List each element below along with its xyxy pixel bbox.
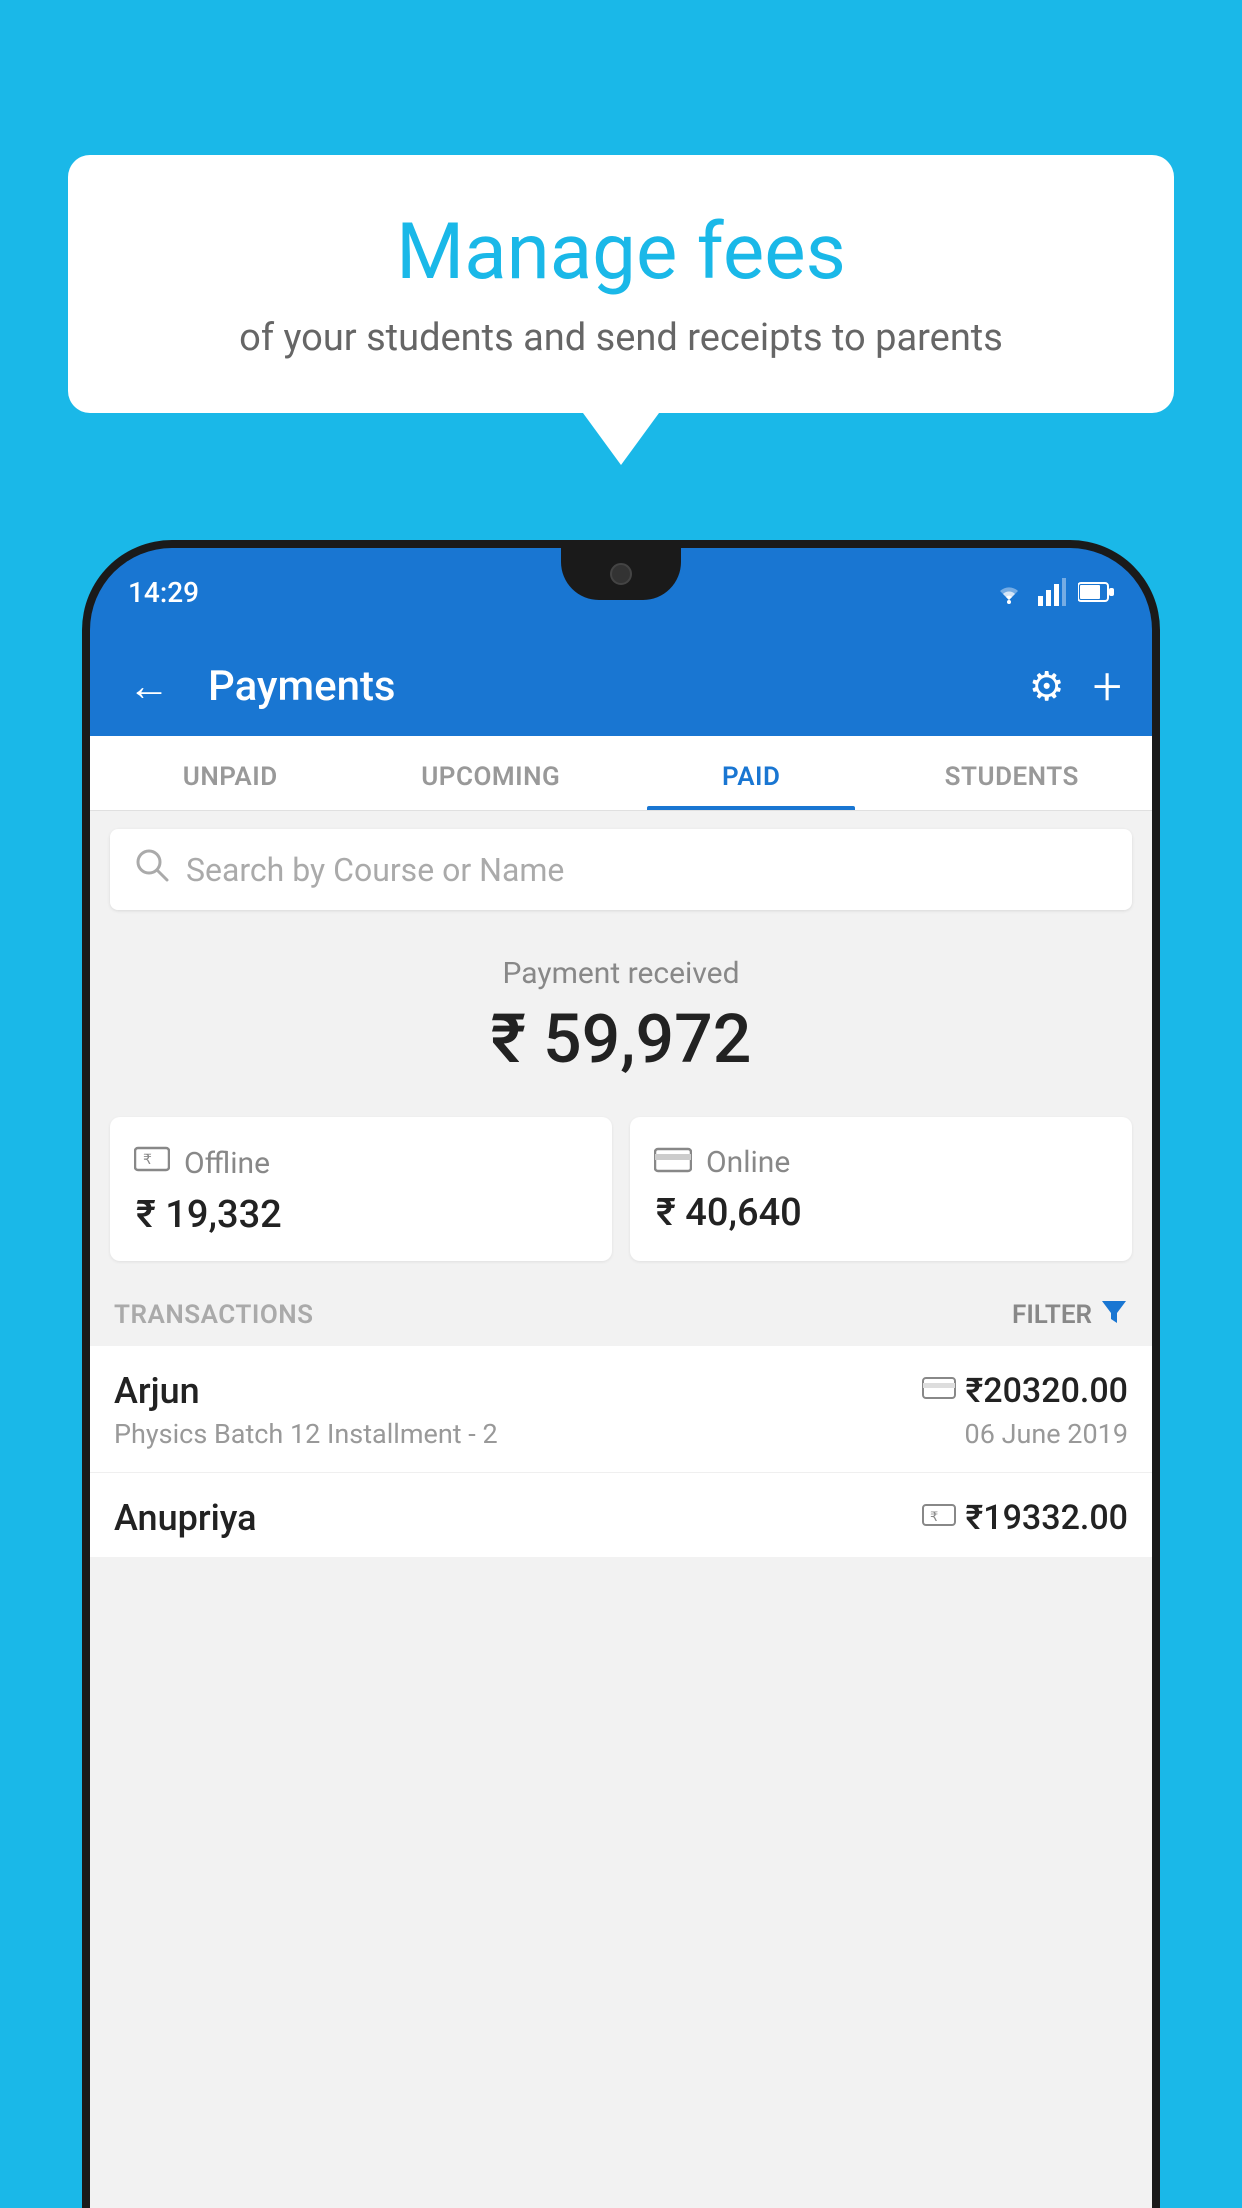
status-time: 14:29 bbox=[128, 576, 199, 609]
phone-frame: 14:29 bbox=[82, 540, 1160, 2208]
app-screen: ← Payments ⚙ + UNPAID UPCOMING PAID STUD… bbox=[90, 636, 1152, 2208]
add-icon[interactable]: + bbox=[1093, 656, 1122, 717]
status-icons bbox=[992, 578, 1114, 606]
offline-icon: ₹ bbox=[134, 1143, 170, 1183]
camera-dot bbox=[610, 563, 632, 585]
wifi-icon bbox=[992, 578, 1026, 606]
content-area: Search by Course or Name Payment receive… bbox=[90, 811, 1152, 1557]
transaction-name-2: Anupriya bbox=[114, 1497, 257, 1539]
online-icon bbox=[654, 1143, 692, 1181]
back-button[interactable]: ← bbox=[120, 662, 178, 711]
status-bar: 14:29 bbox=[90, 548, 1152, 636]
header-title: Payments bbox=[198, 662, 1009, 711]
transaction-top-2: Anupriya ₹ ₹19332.00 bbox=[114, 1497, 1128, 1539]
settings-icon[interactable]: ⚙ bbox=[1029, 663, 1065, 710]
speech-bubble-arrow bbox=[583, 413, 659, 465]
online-amount: ₹ 40,640 bbox=[654, 1191, 1108, 1235]
offline-label: Offline bbox=[184, 1146, 270, 1181]
payment-received-label: Payment received bbox=[90, 956, 1152, 991]
online-label: Online bbox=[706, 1145, 790, 1180]
transaction-row-partial: Anupriya ₹ ₹19332.00 bbox=[90, 1473, 1152, 1557]
filter-button[interactable]: FILTER bbox=[1012, 1297, 1128, 1332]
signal-icon bbox=[1038, 578, 1066, 606]
offline-card: ₹ Offline ₹ 19,332 bbox=[110, 1117, 612, 1261]
search-placeholder: Search by Course or Name bbox=[186, 851, 564, 889]
transaction-row: Arjun ₹20320.00 Physics bbox=[90, 1346, 1152, 1473]
transaction-top-1: Arjun ₹20320.00 bbox=[114, 1370, 1128, 1412]
speech-bubble: Manage fees of your students and send re… bbox=[68, 155, 1174, 413]
offline-amount: ₹ 19,332 bbox=[134, 1193, 588, 1237]
header-actions: ⚙ + bbox=[1029, 656, 1122, 717]
search-icon bbox=[134, 847, 170, 892]
transaction-amount-2: ₹19332.00 bbox=[966, 1498, 1128, 1538]
transaction-bottom-1: Physics Batch 12 Installment - 2 06 June… bbox=[114, 1418, 1128, 1450]
offline-card-header: ₹ Offline bbox=[134, 1143, 588, 1183]
transaction-payment-icon-1 bbox=[922, 1374, 956, 1409]
svg-text:₹: ₹ bbox=[930, 1509, 938, 1524]
phone-inner: 14:29 bbox=[90, 548, 1152, 2208]
tab-students[interactable]: STUDENTS bbox=[882, 736, 1143, 810]
transaction-amount-1: ₹20320.00 bbox=[966, 1371, 1128, 1411]
speech-bubble-subtitle: of your students and send receipts to pa… bbox=[128, 314, 1114, 363]
svg-text:₹: ₹ bbox=[143, 1151, 152, 1167]
notch-cutout bbox=[561, 548, 681, 600]
filter-icon bbox=[1100, 1297, 1128, 1332]
payment-cards: ₹ Offline ₹ 19,332 bbox=[110, 1117, 1132, 1261]
tabs-bar: UNPAID UPCOMING PAID STUDENTS bbox=[90, 736, 1152, 811]
transaction-date-1: 06 June 2019 bbox=[965, 1418, 1128, 1450]
transactions-label: TRANSACTIONS bbox=[114, 1300, 314, 1330]
online-card-header: Online bbox=[654, 1143, 1108, 1181]
payment-received-section: Payment received ₹ 59,972 bbox=[90, 926, 1152, 1099]
speech-bubble-container: Manage fees of your students and send re… bbox=[68, 155, 1174, 465]
payment-received-amount: ₹ 59,972 bbox=[90, 999, 1152, 1079]
app-header: ← Payments ⚙ + bbox=[90, 636, 1152, 736]
tab-paid[interactable]: PAID bbox=[621, 736, 882, 810]
transaction-name-1: Arjun bbox=[114, 1370, 200, 1412]
transactions-header: TRANSACTIONS FILTER bbox=[90, 1283, 1152, 1346]
search-bar[interactable]: Search by Course or Name bbox=[110, 829, 1132, 910]
transaction-detail-1: Physics Batch 12 Installment - 2 bbox=[114, 1418, 498, 1450]
online-card: Online ₹ 40,640 bbox=[630, 1117, 1132, 1261]
filter-label: FILTER bbox=[1012, 1300, 1092, 1330]
tab-unpaid[interactable]: UNPAID bbox=[100, 736, 361, 810]
tab-upcoming[interactable]: UPCOMING bbox=[361, 736, 622, 810]
battery-icon bbox=[1078, 581, 1114, 603]
transaction-payment-icon-2: ₹ bbox=[922, 1501, 956, 1536]
transaction-amount-wrap-1: ₹20320.00 bbox=[922, 1371, 1128, 1411]
transaction-amount-wrap-2: ₹ ₹19332.00 bbox=[922, 1498, 1128, 1538]
speech-bubble-title: Manage fees bbox=[128, 210, 1114, 296]
